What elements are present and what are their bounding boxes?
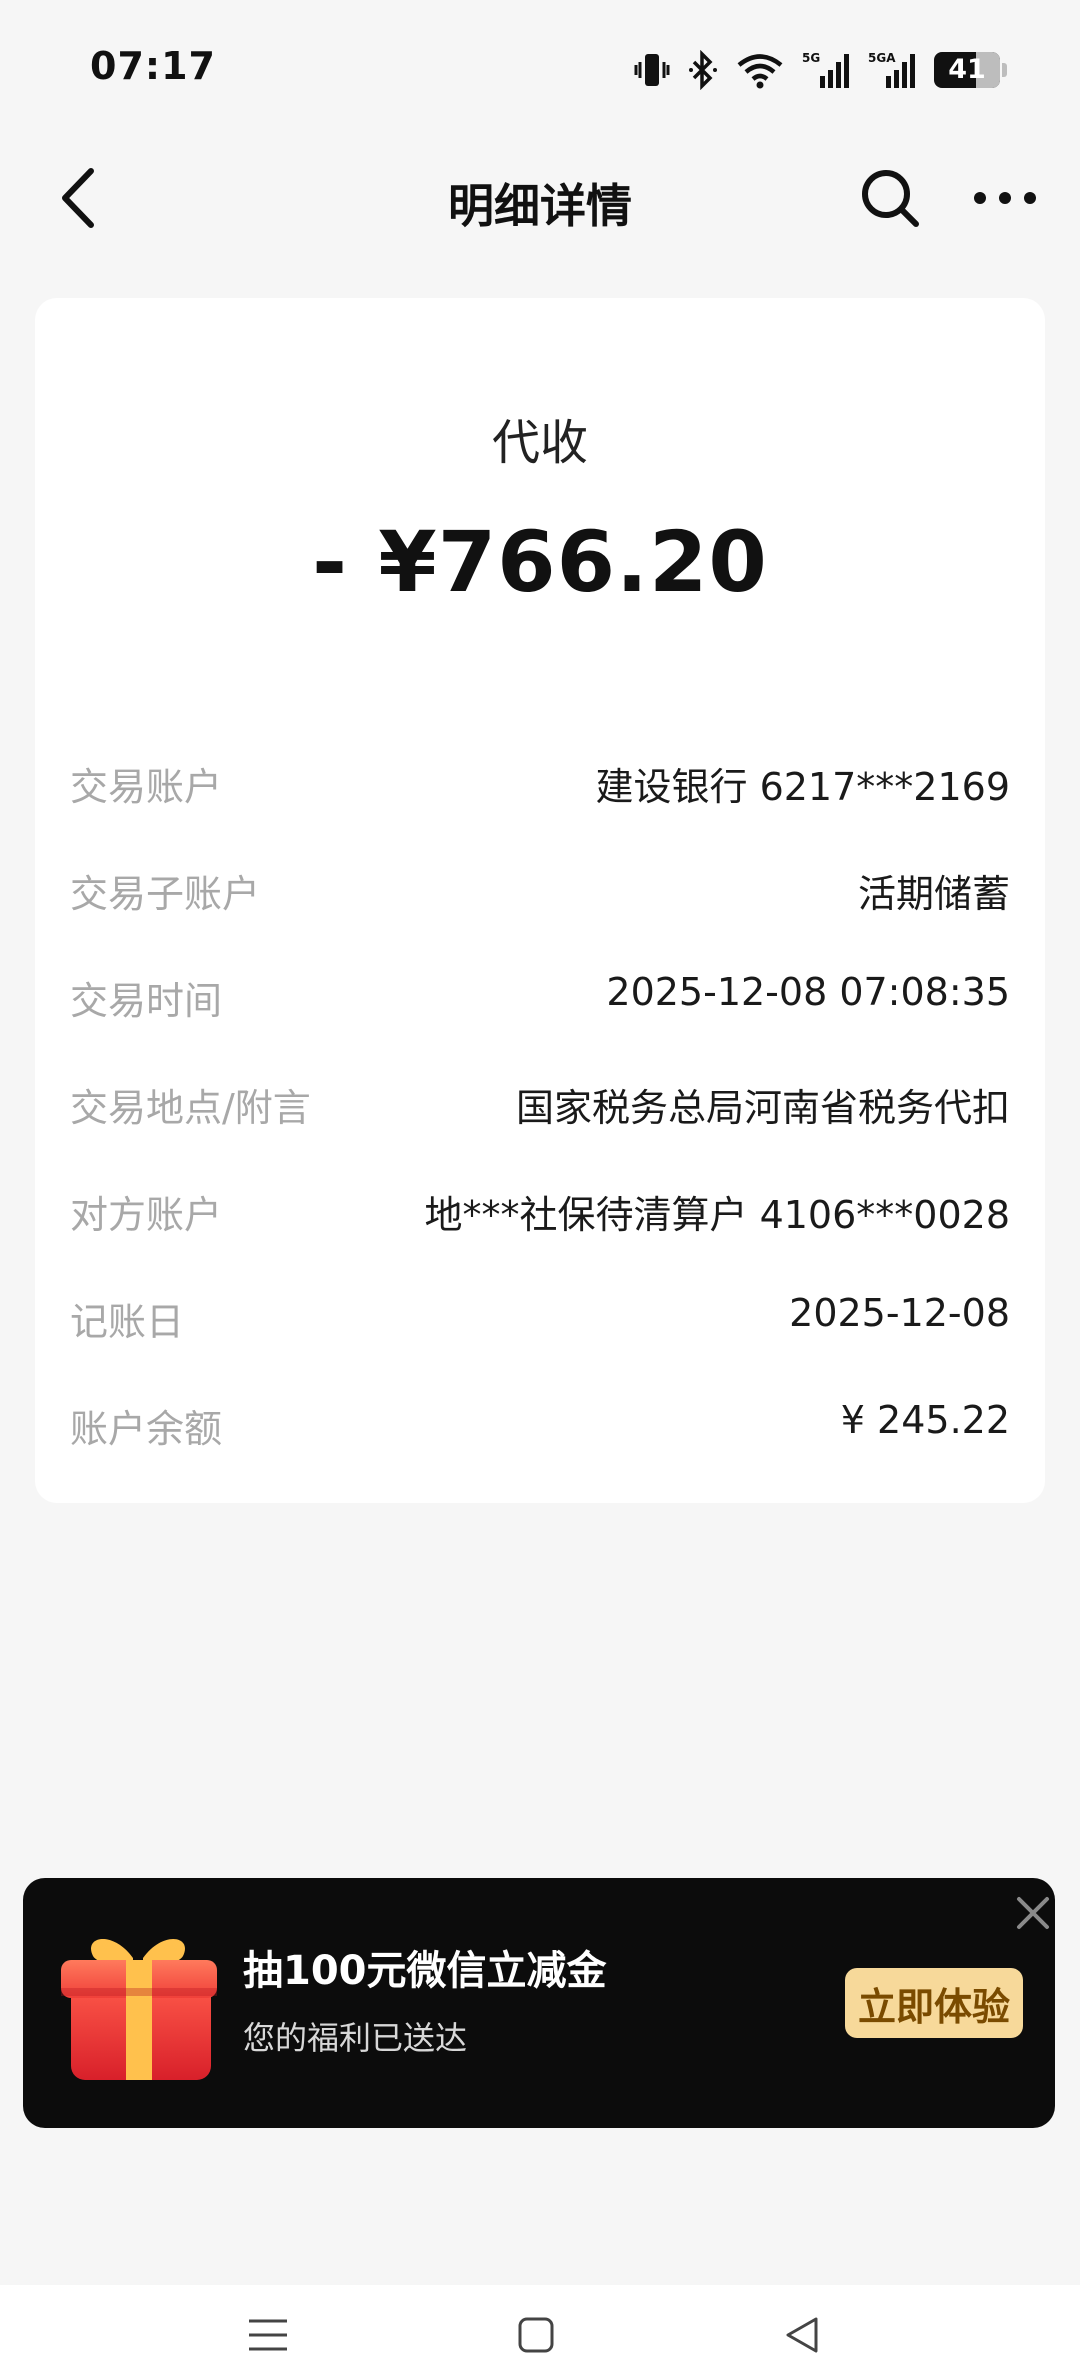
detail-row-label: 交易地点/附言: [70, 1086, 311, 1130]
detail-row-subaccount: 交易子账户 活期储蓄: [70, 835, 1010, 942]
svg-text:5GA: 5GA: [868, 51, 896, 65]
detail-row-label: 账户余额: [70, 1407, 223, 1451]
status-icons: 5G 5GA 41: [634, 48, 1007, 92]
search-icon: [862, 170, 919, 227]
detail-row-value: 国家税务总局河南省税务代扣: [515, 1086, 1010, 1130]
menu-button[interactable]: [228, 2305, 308, 2365]
detail-row-label: 交易子账户: [70, 872, 261, 916]
promo-title: 抽100元微信立减金: [243, 1948, 607, 1994]
gift-box-icon: [61, 1938, 217, 2080]
detail-row-value: 地***社保待清算户 4106***0028: [424, 1193, 1011, 1237]
promo-subtitle: 您的福利已送达: [243, 2019, 468, 2057]
nav-bar: 明细详情: [0, 140, 1080, 260]
more-icon: [974, 192, 1036, 204]
detail-row-value: 活期储蓄: [857, 872, 1010, 916]
more-button[interactable]: [965, 158, 1045, 238]
wifi-icon: [736, 50, 784, 90]
transaction-type: 代收: [491, 415, 588, 471]
system-nav-bar: [0, 2285, 1080, 2374]
status-time: 07:17: [90, 44, 216, 88]
menu-icon: [249, 2319, 287, 2351]
battery-level: 41: [948, 54, 986, 85]
detail-row-counterparty: 对方账户 地***社保待清算户 4106***0028: [70, 1156, 1010, 1263]
search-button[interactable]: [850, 158, 930, 238]
system-back-button[interactable]: [762, 2305, 842, 2365]
promo-banner[interactable]: 抽100元微信立减金 您的福利已送达 立即体验: [23, 1878, 1055, 2128]
bluetooth-icon: [688, 50, 718, 90]
detail-row-label: 交易账户: [70, 765, 223, 809]
home-icon: [518, 2317, 554, 2353]
detail-row-label: 记账日: [70, 1300, 185, 1344]
detail-card: 代收 - ¥766.20 交易账户 建设银行 6217***2169 交易子账户…: [35, 298, 1045, 1503]
signal-5ga-icon: 5GA: [868, 50, 916, 90]
try-now-button[interactable]: 立即体验: [845, 1968, 1023, 2038]
status-bar: 07:17 5G 5GA 41: [0, 0, 1080, 140]
detail-row-account: 交易账户 建设银行 6217***2169: [70, 728, 1010, 835]
detail-row-value: ¥ 245.22: [840, 1398, 1010, 1442]
detail-row-label: 对方账户: [70, 1193, 223, 1237]
detail-row-balance: 账户余额 ¥ 245.22: [70, 1370, 1010, 1477]
detail-row-value: 2025-12-08: [789, 1291, 1010, 1335]
transaction-amount: - ¥766.20: [312, 513, 768, 611]
home-button[interactable]: [496, 2305, 576, 2365]
detail-row-label: 交易时间: [70, 979, 223, 1023]
transaction-detail-page: 07:17 5G 5GA 41 明细详情 代收 - ¥766.20 交易账户 建…: [0, 0, 1080, 2374]
detail-row-time: 交易时间 2025-12-08 07:08:35: [70, 942, 1010, 1049]
vibrate-icon: [634, 50, 670, 90]
svg-text:5G: 5G: [802, 51, 820, 65]
battery-icon: 41: [934, 52, 1007, 88]
detail-rows: 交易账户 建设银行 6217***2169 交易子账户 活期储蓄 交易时间 20…: [70, 728, 1010, 1477]
back-triangle-icon: [786, 2317, 818, 2353]
detail-row-value: 2025-12-08 07:08:35: [606, 970, 1010, 1014]
close-icon: [1017, 1897, 1049, 1929]
detail-row-value: 建设银行 6217***2169: [595, 765, 1011, 809]
detail-row-posting-date: 记账日 2025-12-08: [70, 1263, 1010, 1370]
signal-5g-icon: 5G: [802, 50, 850, 90]
detail-row-location: 交易地点/附言 国家税务总局河南省税务代扣: [70, 1049, 1010, 1156]
close-button[interactable]: [1008, 1888, 1058, 1938]
